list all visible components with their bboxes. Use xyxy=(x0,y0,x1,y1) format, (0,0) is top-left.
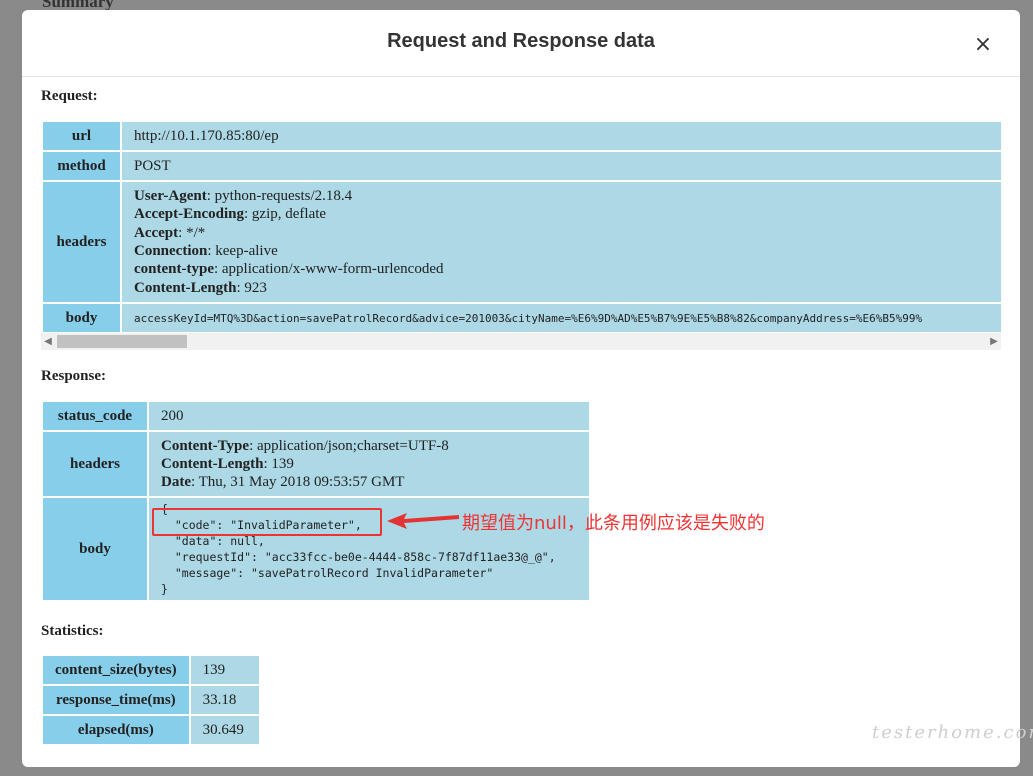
header-value: : keep-alive xyxy=(207,243,278,259)
response-headers-value: Content-Type: application/json;charset=U… xyxy=(149,432,589,496)
request-header-line: content-type: application/x-www-form-url… xyxy=(134,260,989,278)
response-status-value: 200 xyxy=(149,402,589,430)
statistics-label: Statistics: xyxy=(41,623,104,639)
request-method-value: POST xyxy=(122,152,1001,180)
header-name: content-type xyxy=(134,261,214,278)
header-value: : 923 xyxy=(236,279,267,296)
header-value: : 139 xyxy=(263,455,294,472)
statistics-row: content_size(bytes) 139 xyxy=(43,656,259,684)
header-value: : application/json;charset=UTF-8 xyxy=(249,437,449,454)
scroll-right-arrow-icon[interactable]: ▶ xyxy=(987,333,1001,350)
request-url-value: http://10.1.170.85:80/ep xyxy=(122,122,1001,150)
response-headers-key: headers xyxy=(43,432,147,496)
header-value: : Thu, 31 May 2018 09:53:57 GMT xyxy=(191,474,405,491)
request-header-line: Accept: */* xyxy=(134,224,989,242)
header-name: Accept-Encoding xyxy=(134,206,244,223)
header-value: : python-requests/2.18.4 xyxy=(206,188,353,205)
statistics-table: content_size(bytes) 139 response_time(ms… xyxy=(41,654,261,746)
response-header-line: Date: Thu, 31 May 2018 09:53:57 GMT xyxy=(161,473,577,491)
request-header-line: Accept-Encoding: gzip, deflate xyxy=(134,205,989,223)
header-value: : application/x-www-form-urlencoded xyxy=(213,261,444,278)
request-headers-value: User-Agent: python-requests/2.18.4 Accep… xyxy=(122,182,1001,302)
request-table-scroll-area: url http://10.1.170.85:80/ep method POST… xyxy=(41,120,1001,352)
response-label: Response: xyxy=(41,368,107,384)
header-name: Accept xyxy=(134,224,179,241)
response-status-row: status_code 200 xyxy=(43,402,589,430)
dialog-title: Request and Response data xyxy=(387,30,655,52)
statistics-key: response_time(ms) xyxy=(43,686,189,714)
request-url-key: url xyxy=(43,122,120,150)
response-body-key: body xyxy=(43,498,147,600)
annotation-text: 期望值为null，此条用例应该是失败的 xyxy=(462,513,765,534)
statistics-row: elapsed(ms) 30.649 xyxy=(43,716,259,744)
header-name: Connection xyxy=(134,243,208,259)
close-icon[interactable]: × xyxy=(972,32,994,58)
request-body-key: body xyxy=(43,304,120,332)
annotation-arrow-icon xyxy=(387,513,459,529)
header-name: User-Agent xyxy=(134,188,207,205)
statistics-value: 139 xyxy=(190,656,259,684)
header-name: Date xyxy=(161,474,191,491)
request-headers-row: headers User-Agent: python-requests/2.18… xyxy=(43,182,1001,302)
request-header-line: Connection: keep-alive xyxy=(134,242,989,260)
request-url-row: url http://10.1.170.85:80/ep xyxy=(43,122,1001,150)
request-header-line: Content-Length: 923 xyxy=(134,279,989,297)
statistics-value: 30.649 xyxy=(190,716,259,744)
request-body-row: body accessKeyId=MTQ%3D&action=savePatro… xyxy=(43,304,1001,332)
request-response-dialog: Request and Response data × Request: url… xyxy=(22,10,1020,767)
header-name: Content-Length xyxy=(134,279,237,296)
response-header-line: Content-Length: 139 xyxy=(161,455,577,473)
response-headers-row: headers Content-Type: application/json;c… xyxy=(43,432,589,496)
header-name: Content-Length xyxy=(161,455,264,472)
request-header-line: User-Agent: python-requests/2.18.4 xyxy=(134,187,989,205)
header-value: : gzip, deflate xyxy=(244,206,327,223)
scrollbar-thumb[interactable] xyxy=(57,335,187,348)
statistics-key: content_size(bytes) xyxy=(43,656,189,684)
annotation-highlight-box xyxy=(152,508,382,536)
response-table: status_code 200 headers Content-Type: ap… xyxy=(41,400,591,602)
scroll-left-arrow-icon[interactable]: ◀ xyxy=(41,333,55,350)
request-label: Request: xyxy=(41,88,98,104)
request-method-row: method POST xyxy=(43,152,1001,180)
header-name: Content-Type xyxy=(161,437,250,454)
header-value: : */* xyxy=(178,224,206,241)
response-header-line: Content-Type: application/json;charset=U… xyxy=(161,437,577,455)
response-status-key: status_code xyxy=(43,402,147,430)
horizontal-scrollbar[interactable]: ◀ ▶ xyxy=(41,333,1001,350)
request-headers-key: headers xyxy=(43,182,120,302)
request-table: url http://10.1.170.85:80/ep method POST… xyxy=(41,120,1001,334)
request-method-key: method xyxy=(43,152,120,180)
statistics-key: elapsed(ms) xyxy=(43,716,189,744)
statistics-value: 33.18 xyxy=(190,686,259,714)
watermark: testerhome.com xyxy=(872,722,1033,743)
header-divider xyxy=(22,76,1020,77)
request-body-value: accessKeyId=MTQ%3D&action=savePatrolReco… xyxy=(122,304,1001,332)
statistics-row: response_time(ms) 33.18 xyxy=(43,686,259,714)
